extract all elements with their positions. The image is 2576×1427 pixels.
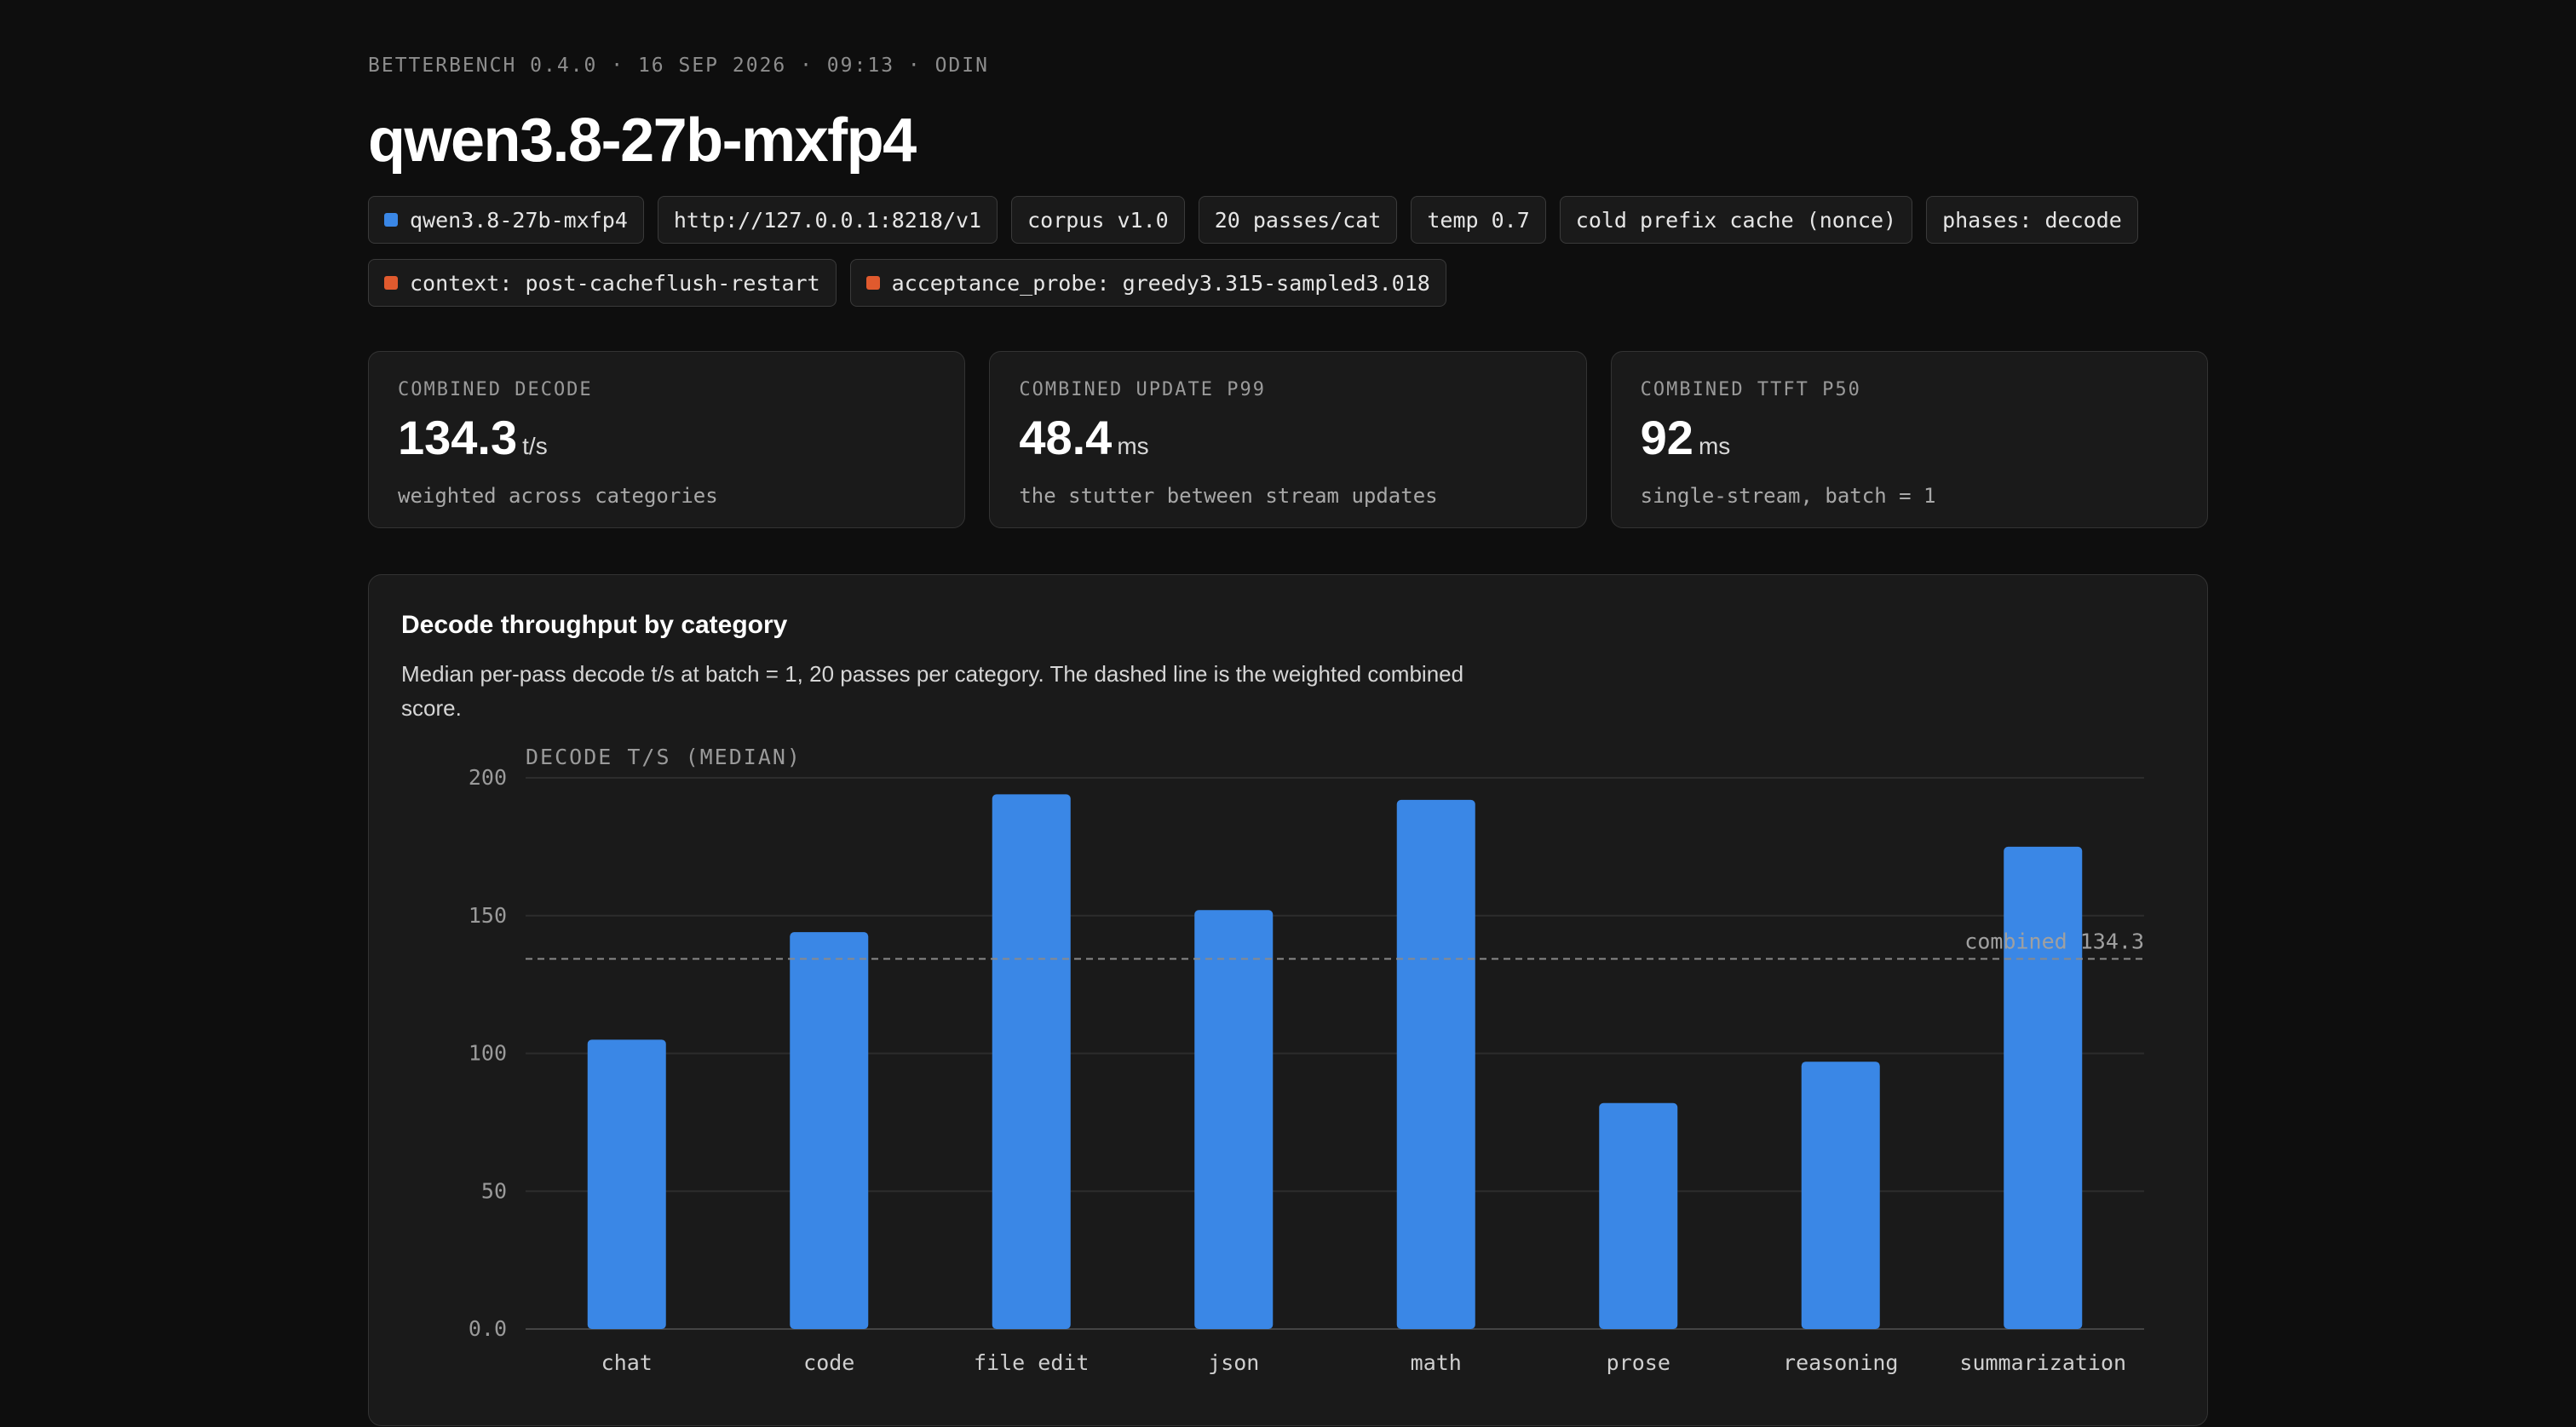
bar-json	[1194, 910, 1274, 1329]
config-tag: corpus v1.0	[1011, 196, 1185, 244]
combined-update-p99-card: COMBINED UPDATE P99 48.4 ms the stutter b…	[989, 351, 1587, 528]
tag-label: corpus v1.0	[1027, 207, 1169, 233]
config-tag: 20 passes/cat	[1198, 196, 1398, 244]
tag-label: temp 0.7	[1427, 207, 1530, 233]
bar-code	[790, 932, 869, 1329]
tag-label: qwen3.8-27b-mxfp4	[410, 207, 628, 233]
page-title: qwen3.8-27b-mxfp4	[368, 106, 917, 175]
card-value: 48.4 ms	[1019, 412, 1556, 472]
card-label: COMBINED TTFT P50	[1640, 379, 1861, 400]
y-tick-label: 50	[481, 1178, 507, 1203]
tag-swatch-icon	[384, 276, 398, 290]
config-tag: phases: decode	[1926, 196, 2138, 244]
tag-label: 20 passes/cat	[1214, 207, 1382, 233]
bar-reasoning	[1801, 1062, 1880, 1329]
config-tag: acceptance_probe: greedy3.315-sampled3.0…	[849, 259, 1446, 307]
tag-label: http://127.0.0.1:8218/v1	[673, 207, 982, 233]
card-subtitle: weighted across categories	[398, 484, 718, 508]
card-subtitle: single-stream, batch = 1	[1640, 484, 1936, 508]
card-value: 134.3 t/s	[398, 412, 935, 472]
tag-swatch-icon	[384, 213, 398, 227]
card-label: COMBINED DECODE	[398, 379, 593, 400]
combined-ttft-p50-card: COMBINED TTFT P50 92 ms single-stream, ba…	[1610, 351, 2208, 528]
run-metadata: BETTERBENCH 0.4.0 · 16 SEP 2026 · 09:13 …	[368, 55, 989, 77]
tag-label: context: post-cacheflush-restart	[410, 270, 820, 296]
tag-label: acceptance_probe: greedy3.315-sampled3.0…	[891, 270, 1430, 296]
tag-label: phases: decode	[1942, 207, 2122, 233]
bar-summarization	[2004, 846, 2083, 1329]
config-tag: qwen3.8-27b-mxfp4	[368, 196, 644, 244]
card-unit: ms	[1117, 433, 1149, 459]
decode-throughput-chart: DECODE T/S (MEDIAN)0.050100150200chat cod…	[469, 745, 2144, 1375]
tag-row: context: post-cacheflush-restart acceptan…	[368, 259, 2208, 307]
decode-throughput-panel: Decode throughput by category Median per…	[368, 574, 2208, 1426]
card-label: COMBINED UPDATE P99	[1019, 379, 1266, 400]
config-tag: temp 0.7	[1411, 196, 1546, 244]
card-subtitle: the stutter between stream updates	[1019, 484, 1438, 508]
y-tick-label: 200	[469, 765, 507, 790]
tag-swatch-icon	[865, 276, 880, 290]
config-tag: context: post-cacheflush-restart	[368, 259, 837, 307]
card-unit: t/s	[522, 433, 548, 459]
tag-list: qwen3.8-27b-mxfp4 http://127.0.0.1:8218/v…	[368, 196, 2208, 322]
config-tag: cold prefix cache (nonce)	[1559, 196, 1913, 244]
y-tick-label: 0.0	[469, 1316, 507, 1341]
y-tick-label: 150	[469, 903, 507, 928]
bar-chat	[587, 1039, 666, 1329]
bar-file-edit	[992, 794, 1071, 1329]
card-value-number: 92	[1640, 411, 1693, 464]
summary-cards: COMBINED DECODE 134.3 t/s weighted across…	[368, 351, 2208, 528]
tag-row: qwen3.8-27b-mxfp4 http://127.0.0.1:8218/v…	[368, 196, 2208, 244]
card-unit: ms	[1698, 433, 1731, 459]
card-value-number: 134.3	[398, 411, 518, 464]
bar-math	[1396, 799, 1475, 1329]
combined-score-label: combined 134.3	[1964, 929, 2144, 954]
y-tick-label: 100	[469, 1041, 507, 1066]
config-tag: http://127.0.0.1:8218/v1	[657, 196, 998, 244]
combined-decode-card: COMBINED DECODE 134.3 t/s weighted across…	[368, 351, 966, 528]
y-axis-label: DECODE T/S (MEDIAN)	[526, 745, 802, 769]
bar-prose	[1599, 1102, 1678, 1329]
card-value-number: 48.4	[1019, 411, 1113, 464]
card-value: 92 ms	[1641, 412, 2178, 472]
tag-label: cold prefix cache (nonce)	[1575, 207, 1897, 233]
